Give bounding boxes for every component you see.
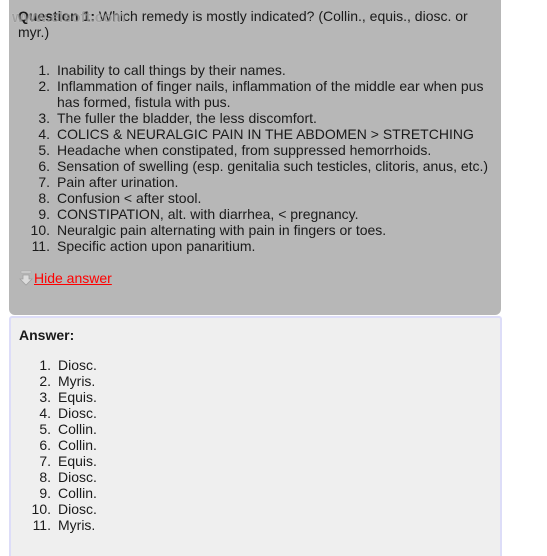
item-number: 5. <box>39 421 51 437</box>
item-text: Diosc. <box>58 469 97 485</box>
item-text: Diosc. <box>58 357 97 373</box>
item-text: Collin. <box>58 421 97 437</box>
list-item: 6. Collin. <box>19 437 492 453</box>
item-number: 4. <box>39 405 51 421</box>
item-text: Sensation of swelling (esp. genitalia su… <box>57 158 489 174</box>
item-number: 3. <box>39 389 51 405</box>
list-item: 10. Neuralgic pain alternating with pain … <box>18 222 492 238</box>
item-number: 7. <box>39 453 51 469</box>
item-number: 1. <box>39 357 51 373</box>
item-text: Specific action upon panaritium. <box>57 238 256 254</box>
list-item: 5. Collin. <box>19 421 492 437</box>
symptom-list: 1. Inability to call things by their name… <box>18 62 492 254</box>
question-label: Question 1: <box>18 8 96 24</box>
item-text: Inflammation of finger nails, inflammati… <box>57 78 484 110</box>
answer-list: 1. Diosc. 2. Myris. 3. Equis. 4. Diosc. 5. Co… <box>19 357 492 533</box>
list-item: 9. Collin. <box>19 485 492 501</box>
list-item: 2. Myris. <box>19 373 492 389</box>
list-item: 11. Specific action upon panaritium. <box>18 238 492 254</box>
item-text: Equis. <box>58 453 97 469</box>
item-text: Equis. <box>58 389 97 405</box>
item-number: 3. <box>38 110 50 126</box>
list-item: 8. Confusion < after stool. <box>18 190 492 206</box>
item-number: 8. <box>39 469 51 485</box>
list-item: 3. The fuller the bladder, the less disco… <box>18 110 492 126</box>
list-item: 10. Diosc. <box>19 501 492 517</box>
item-number: 8. <box>38 190 50 206</box>
list-item: 11. Myris. <box>19 517 492 533</box>
item-text: Neuralgic pain alternating with pain in … <box>57 222 387 238</box>
list-item: 5. Headache when constipated, from suppre… <box>18 142 492 158</box>
item-number: 2. <box>39 373 51 389</box>
answer-panel: Answer: 1. Diosc. 2. Myris. 3. Equis. 4. Dio… <box>9 316 502 556</box>
item-number: 1. <box>38 62 50 78</box>
question-panel: Question 1: Which remedy is mostly indic… <box>9 0 501 315</box>
item-text: The fuller the bladder, the less discomf… <box>57 110 317 126</box>
item-text: COLICS & NEURALGIC PAIN IN THE ABDOMEN >… <box>57 126 474 142</box>
list-item: 4. COLICS & NEURALGIC PAIN IN THE ABDOMEN… <box>18 126 492 142</box>
arrow-down-icon[interactable] <box>18 270 34 286</box>
item-text: Pain after urination. <box>57 174 179 190</box>
answer-heading: Answer: <box>19 327 75 343</box>
list-item: 2. Inflammation of finger nails, inflamma… <box>18 78 492 110</box>
item-text: CONSTIPATION, alt. with diarrhea, < preg… <box>57 206 359 222</box>
list-item: 7. Pain after urination. <box>18 174 492 190</box>
list-item: 1. Diosc. <box>19 357 492 373</box>
item-number: 7. <box>38 174 50 190</box>
item-text: Myris. <box>58 373 96 389</box>
list-item: 9. CONSTIPATION, alt. with diarrhea, < pr… <box>18 206 492 222</box>
item-number: 6. <box>39 437 51 453</box>
item-number: 5. <box>38 142 50 158</box>
item-text: Collin. <box>58 437 97 453</box>
hide-answer-row: Hide answer <box>18 268 492 288</box>
item-text: Confusion < after stool. <box>57 190 202 206</box>
item-number: 10. <box>30 222 50 238</box>
hide-answer-link[interactable]: Hide answer <box>34 270 112 286</box>
item-number: 11. <box>32 517 51 533</box>
item-number: 11. <box>31 238 50 254</box>
list-item: 6. Sensation of swelling (esp. genitalia … <box>18 158 492 174</box>
list-item: 4. Diosc. <box>19 405 492 421</box>
item-text: Headache when constipated, from suppress… <box>57 142 432 158</box>
item-text: Diosc. <box>58 501 97 517</box>
list-item: 1. Inability to call things by their name… <box>18 62 492 78</box>
item-text: Myris. <box>58 517 96 533</box>
list-item: 7. Equis. <box>19 453 492 469</box>
question-heading: Question 1: Which remedy is mostly indic… <box>12 8 492 40</box>
item-number: 4. <box>38 126 50 142</box>
item-number: 9. <box>39 485 51 501</box>
item-number: 6. <box>38 158 50 174</box>
item-text: Diosc. <box>58 405 97 421</box>
item-number: 9. <box>38 206 50 222</box>
item-text: Collin. <box>58 485 97 501</box>
list-item: 8. Diosc. <box>19 469 492 485</box>
list-item: 3. Equis. <box>19 389 492 405</box>
item-number: 10. <box>31 501 51 517</box>
item-text: Inability to call things by their names. <box>57 62 286 78</box>
item-number: 2. <box>38 78 50 94</box>
